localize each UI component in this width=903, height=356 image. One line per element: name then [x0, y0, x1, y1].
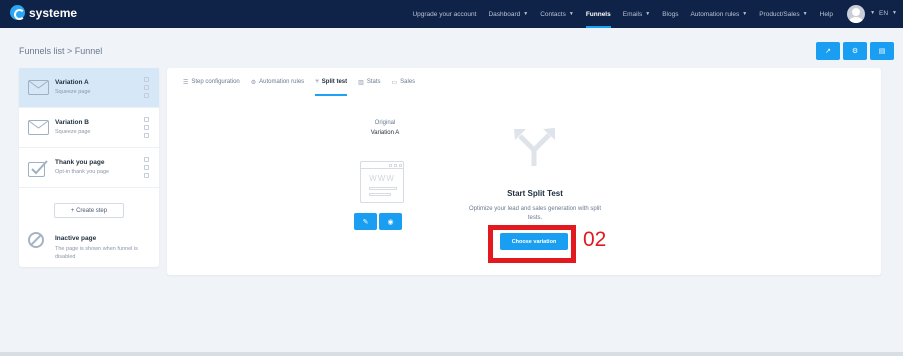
nav-dashboard[interactable]: Dashboard ▼	[488, 0, 528, 28]
nav-upgrade[interactable]: Upgrade your account	[412, 0, 476, 28]
edit-funnel-button[interactable]: ↗	[816, 42, 840, 60]
step-variation-a[interactable]: Variation A Squeeze page	[19, 68, 159, 108]
tab-automation-rules[interactable]: ⚙ Automation rules	[251, 68, 304, 96]
gears-icon: ⚙	[250, 79, 257, 86]
main-nav: Upgrade your account Dashboard ▼ Contacts…	[412, 0, 833, 28]
settings-button[interactable]: ⚙	[843, 42, 867, 60]
step-title: Thank you page	[55, 159, 105, 166]
copy-icon[interactable]	[144, 157, 149, 162]
brand-name: systeme	[29, 5, 78, 20]
edit-icon[interactable]	[144, 85, 149, 90]
bottom-divider	[0, 352, 903, 356]
checkbox-icon	[28, 160, 48, 177]
original-variation-name: Variation A	[370, 130, 400, 136]
language-label: EN	[879, 10, 889, 17]
external-link-icon: ↗	[825, 48, 831, 55]
webpage-preview-icon: WWW	[360, 161, 404, 203]
trash-icon[interactable]	[144, 173, 149, 178]
chevron-down-icon: ▼	[523, 11, 529, 17]
tab-step-configuration[interactable]: ☰ Step configuration	[183, 68, 240, 96]
archive-button[interactable]: ▤	[870, 42, 894, 60]
nav-funnels[interactable]: Funnels	[585, 0, 611, 28]
copy-icon[interactable]	[144, 117, 149, 122]
step-variation-b[interactable]: Variation B Squeeze page	[19, 108, 159, 148]
step-thank-you-page[interactable]: Thank you page Opt-in thank you page	[19, 148, 159, 188]
pencil-icon: ✎	[362, 218, 369, 226]
step-tools	[144, 77, 149, 98]
chevron-down-icon: ▼	[645, 11, 651, 17]
highlight-annotation-box	[488, 225, 576, 263]
tab-split-test[interactable]: ⑂ Split test	[315, 68, 347, 96]
step-subtitle: Opt-in thank you page	[55, 169, 110, 175]
eye-icon: ◉	[387, 218, 394, 226]
envelope-icon	[28, 80, 49, 95]
envelope-icon	[28, 120, 49, 135]
money-icon: ▭	[391, 79, 398, 86]
annotation-number: 02	[583, 228, 607, 251]
top-navbar: systeme Upgrade your account Dashboard ▼ …	[0, 0, 903, 28]
brand-logo[interactable]: systeme	[10, 5, 77, 20]
inactive-page-title[interactable]: Inactive page	[55, 235, 96, 242]
nav-automation-rules[interactable]: Automation rules ▼	[690, 0, 747, 28]
systeme-logo-icon	[10, 5, 25, 20]
chevron-down-icon: ▼	[892, 10, 897, 16]
www-text: WWW	[369, 174, 395, 183]
step-title: Variation B	[55, 119, 89, 126]
preview-page-button[interactable]: ◉	[379, 213, 402, 230]
list-icon: ☰	[183, 79, 189, 86]
edit-icon[interactable]	[144, 125, 149, 130]
original-actions: ✎ ◉	[354, 213, 402, 230]
breadcrumb[interactable]: Funnels list > Funnel	[19, 46, 102, 56]
nav-emails[interactable]: Emails ▼	[623, 0, 650, 28]
main-panel: ☰ Step configuration ⚙ Automation rules ⑂ S…	[167, 68, 881, 275]
step-title: Variation A	[55, 79, 89, 86]
step-tools	[144, 117, 149, 138]
tab-stats[interactable]: ▥ Stats	[358, 68, 380, 96]
edit-icon[interactable]	[144, 165, 149, 170]
inactive-page-description: The page is shown when funnel is disable…	[55, 246, 138, 260]
gear-icon: ⚙	[851, 48, 859, 55]
chevron-down-icon: ▼	[870, 10, 876, 16]
header-actions: ↗ ⚙ ▤	[816, 42, 894, 60]
step-tools	[144, 157, 149, 178]
bar-chart-icon: ▥	[358, 79, 364, 86]
nav-help[interactable]: Help	[820, 0, 833, 28]
split-test-description: Optimize your lead and sales generation …	[468, 206, 602, 221]
tab-sales[interactable]: ▭ Sales	[392, 68, 416, 96]
create-step-button[interactable]: + Create step	[54, 203, 124, 218]
split-test-title: Start Split Test	[507, 189, 563, 198]
chevron-down-icon: ▼	[742, 11, 748, 17]
chevron-down-icon: ▼	[802, 11, 808, 17]
trash-icon[interactable]	[144, 93, 149, 98]
step-subtitle: Squeeze page	[55, 89, 91, 95]
chevron-down-icon: ▼	[568, 11, 574, 17]
disabled-icon	[28, 232, 44, 248]
nav-blogs[interactable]: Blogs	[662, 0, 678, 28]
split-icon: ⑂	[315, 79, 319, 85]
trash-icon[interactable]	[144, 133, 149, 138]
funnel-steps-sidebar: Variation A Squeeze page Variation B Squ…	[19, 68, 159, 267]
edit-page-button[interactable]: ✎	[354, 213, 377, 230]
language-selector[interactable]: ▼ EN ▼	[870, 10, 897, 17]
step-tabs: ☰ Step configuration ⚙ Automation rules ⑂ S…	[183, 68, 415, 96]
step-subtitle: Squeeze page	[55, 129, 91, 135]
archive-icon: ▤	[878, 48, 886, 55]
original-label: Original	[374, 120, 396, 126]
user-avatar[interactable]	[847, 5, 865, 23]
split-arrows-icon	[514, 128, 555, 166]
nav-product-sales[interactable]: Product/Sales ▼	[759, 0, 807, 28]
nav-contacts[interactable]: Contacts ▼	[540, 0, 574, 28]
copy-icon[interactable]	[144, 77, 149, 82]
